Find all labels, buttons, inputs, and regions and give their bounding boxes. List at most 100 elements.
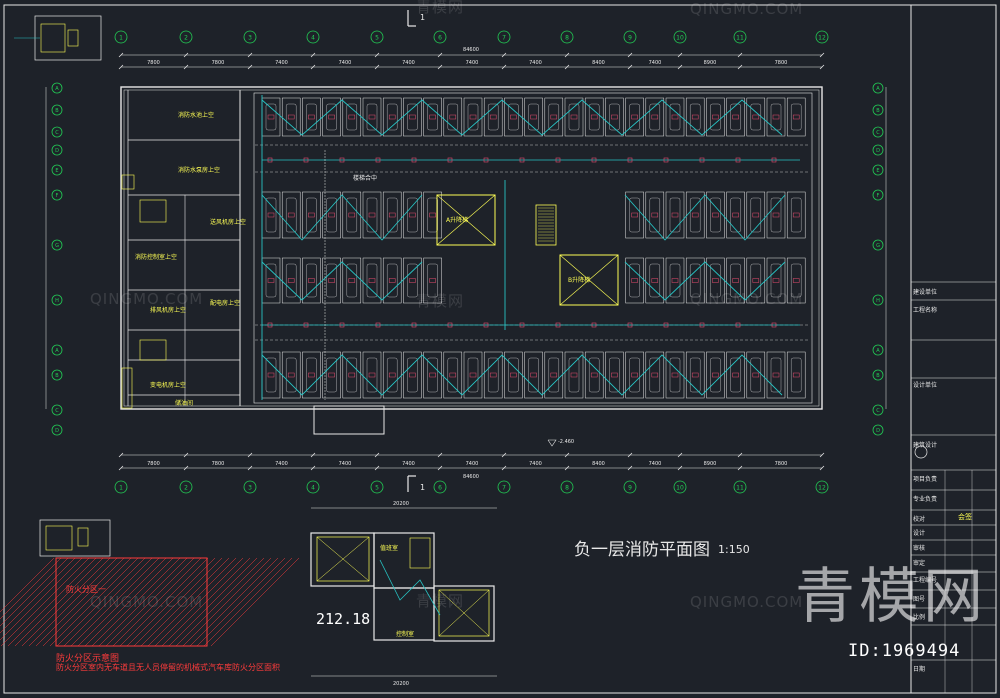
fire-head bbox=[469, 114, 477, 120]
stair-core-main bbox=[535, 204, 557, 246]
fire-zone-note: 防火分区室内无车道且无人员停留的机械式汽车库防火分区面积 bbox=[56, 663, 280, 672]
title-block-label: 项目负责 bbox=[913, 476, 938, 483]
axis-label: 8 bbox=[565, 485, 569, 492]
fire-head bbox=[712, 212, 719, 218]
fire-head bbox=[429, 212, 436, 218]
parking-stall bbox=[382, 191, 402, 239]
fire-head bbox=[651, 278, 659, 283]
fire-head bbox=[368, 372, 376, 378]
fire-head bbox=[671, 212, 679, 218]
axis-label: A bbox=[55, 348, 59, 354]
parking-stall bbox=[706, 191, 725, 239]
parking-stall bbox=[261, 191, 281, 239]
fire-head bbox=[388, 372, 396, 378]
parking-stall bbox=[786, 351, 806, 399]
parking-stall bbox=[766, 351, 786, 399]
fire-head bbox=[368, 114, 376, 120]
parking-stall bbox=[605, 351, 624, 399]
fire-head bbox=[287, 278, 295, 283]
parking-stall bbox=[726, 351, 745, 399]
axis-bubbles-left: A B C D E F G H A B C D bbox=[51, 82, 63, 436]
fire-head bbox=[489, 372, 497, 378]
fire-head bbox=[570, 114, 578, 120]
fire-head bbox=[267, 372, 275, 378]
fire-head bbox=[792, 278, 800, 283]
fire-head bbox=[550, 372, 558, 378]
dim-label: 7800 bbox=[212, 461, 225, 467]
fire-head bbox=[510, 372, 517, 378]
fire-head bbox=[489, 114, 497, 120]
lift-shaft-b-label: B升降梯 bbox=[568, 276, 590, 284]
dim-label: 7400 bbox=[529, 461, 542, 467]
axis-label: 10 bbox=[676, 35, 684, 42]
axis-label: B bbox=[876, 108, 880, 114]
fire-head bbox=[388, 278, 396, 283]
parking-stall bbox=[786, 97, 806, 137]
parking-stall bbox=[625, 351, 644, 399]
fire-head bbox=[792, 212, 800, 218]
fire-head bbox=[308, 212, 315, 218]
watermark-cn: 青模网 bbox=[416, 0, 465, 16]
fire-head bbox=[792, 372, 800, 378]
fire-head bbox=[388, 212, 396, 218]
axis-label: A bbox=[876, 86, 880, 92]
axis-label: 6 bbox=[438, 485, 442, 492]
fire-head bbox=[752, 372, 760, 378]
title-block-label: 工程名称 bbox=[913, 307, 938, 314]
parking-stall bbox=[261, 97, 281, 137]
overall-dim: 84600 bbox=[463, 47, 479, 53]
title-block-label: 设计单位 bbox=[913, 382, 938, 389]
fire-head bbox=[671, 114, 679, 120]
parking-stall bbox=[302, 351, 321, 399]
dim-label: 7800 bbox=[775, 60, 788, 66]
axis-label: H bbox=[55, 298, 59, 304]
axis-label: 5 bbox=[375, 35, 379, 42]
fire-head bbox=[772, 278, 780, 283]
fire-head bbox=[409, 278, 416, 283]
fire-head bbox=[469, 372, 477, 378]
dim-label: 7400 bbox=[275, 461, 288, 467]
room-label: 储油间 bbox=[175, 400, 194, 407]
axis-label: G bbox=[55, 243, 59, 249]
dim-label: 8400 bbox=[592, 461, 605, 467]
svg-text:1: 1 bbox=[420, 483, 425, 492]
axis-label: 11 bbox=[736, 485, 744, 492]
parking-stall bbox=[362, 191, 382, 239]
title-block-label: 建设单位 bbox=[913, 289, 938, 296]
parking-stall bbox=[685, 97, 705, 137]
axis-label: 7 bbox=[502, 485, 506, 492]
axis-label: 5 bbox=[375, 485, 379, 492]
title-block-label: 工程编号 bbox=[913, 577, 938, 584]
fire-head bbox=[732, 372, 739, 378]
parking-stall bbox=[483, 97, 503, 137]
axis-label: C bbox=[55, 130, 59, 136]
dim-label: 7800 bbox=[147, 461, 160, 467]
parking-stall bbox=[766, 191, 786, 239]
axis-bubbles-bottom: 1 2 3 4 5 6 7 8 9 10 11 12 bbox=[114, 480, 829, 494]
axis-label: F bbox=[56, 193, 59, 199]
fire-head bbox=[732, 278, 739, 283]
axis-label: 11 bbox=[736, 35, 744, 42]
dim-label: 7400 bbox=[402, 461, 415, 467]
svg-text:20200: 20200 bbox=[393, 681, 409, 687]
parking-stall bbox=[726, 97, 745, 137]
parking-stall bbox=[584, 351, 604, 399]
pipe-run bbox=[624, 194, 786, 241]
parking-stall bbox=[362, 97, 382, 137]
parking-stall bbox=[504, 97, 523, 137]
axis-label: D bbox=[876, 428, 880, 434]
dim-label: 8900 bbox=[704, 60, 717, 66]
big-watermark: 青模网 bbox=[795, 562, 987, 632]
stair-core-bottom bbox=[313, 405, 385, 435]
axis-label: 10 bbox=[676, 485, 684, 492]
pipe-run bbox=[261, 194, 423, 241]
fire-head bbox=[348, 114, 356, 120]
title-block-label: 建筑设计 bbox=[913, 442, 938, 449]
axis-label: 3 bbox=[248, 485, 252, 492]
parking-stall bbox=[605, 97, 624, 137]
svg-text:20200: 20200 bbox=[393, 501, 409, 507]
fire-head bbox=[611, 114, 618, 120]
fire-head bbox=[328, 372, 335, 378]
dim-label: 7400 bbox=[339, 60, 352, 66]
parking-stall bbox=[281, 97, 301, 137]
